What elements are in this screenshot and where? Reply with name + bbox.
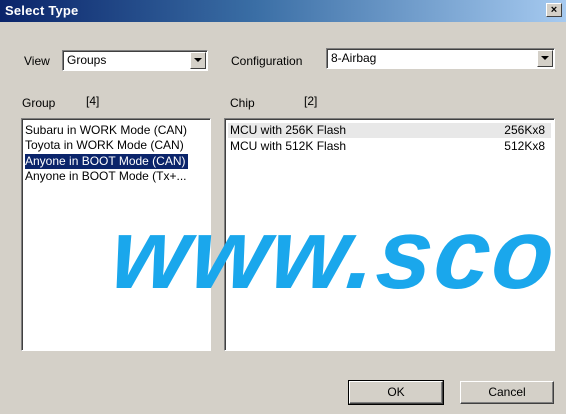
group-listbox[interactable]: Subaru in WORK Mode (CAN) Toyota in WORK… — [21, 118, 211, 351]
group-item-toyota-work-can[interactable]: Toyota in WORK Mode (CAN) — [25, 138, 184, 153]
chip-label: Chip — [230, 96, 255, 110]
configuration-selected-value: 8-Airbag — [331, 51, 377, 65]
group-item-anyone-boot-can[interactable]: Anyone in BOOT Mode (CAN) — [25, 154, 188, 169]
chip-listbox[interactable]: MCU with 256K Flash 256Kx8 MCU with 512K… — [224, 118, 555, 351]
configuration-dropdown[interactable]: 8-Airbag — [326, 48, 555, 69]
chip-name: MCU with 256K Flash — [230, 123, 347, 137]
chip-count: [2] — [304, 94, 318, 108]
ok-button[interactable]: OK — [348, 380, 444, 405]
cancel-button[interactable]: Cancel — [460, 381, 554, 404]
chip-row-512k[interactable]: MCU with 512K Flash 512Kx8 — [228, 139, 551, 154]
chip-row-256k[interactable]: MCU with 256K Flash 256Kx8 — [228, 123, 551, 138]
chip-size: 512Kx8 — [504, 139, 545, 153]
chevron-down-icon — [541, 56, 549, 60]
configuration-dropdown-button[interactable] — [537, 50, 553, 67]
view-dropdown-button[interactable] — [190, 52, 206, 69]
chip-size: 256Kx8 — [504, 123, 545, 137]
select-type-dialog: Select Type × View Groups Configuration … — [0, 0, 566, 414]
group-item-anyone-boot-tx[interactable]: Anyone in BOOT Mode (Tx+... — [25, 169, 187, 184]
view-label: View — [24, 54, 50, 68]
view-dropdown[interactable]: Groups — [62, 50, 208, 71]
group-count: [4] — [86, 94, 100, 108]
close-button[interactable]: × — [546, 3, 562, 17]
title-bar[interactable]: Select Type × — [0, 0, 566, 22]
close-icon: × — [550, 3, 558, 16]
window-title: Select Type — [5, 3, 79, 18]
chip-name: MCU with 512K Flash — [230, 139, 347, 153]
chevron-down-icon — [194, 58, 202, 62]
group-label: Group — [22, 96, 56, 110]
configuration-label: Configuration — [231, 54, 303, 68]
view-selected-value: Groups — [67, 53, 107, 67]
group-item-subaru-work-can[interactable]: Subaru in WORK Mode (CAN) — [25, 123, 187, 138]
